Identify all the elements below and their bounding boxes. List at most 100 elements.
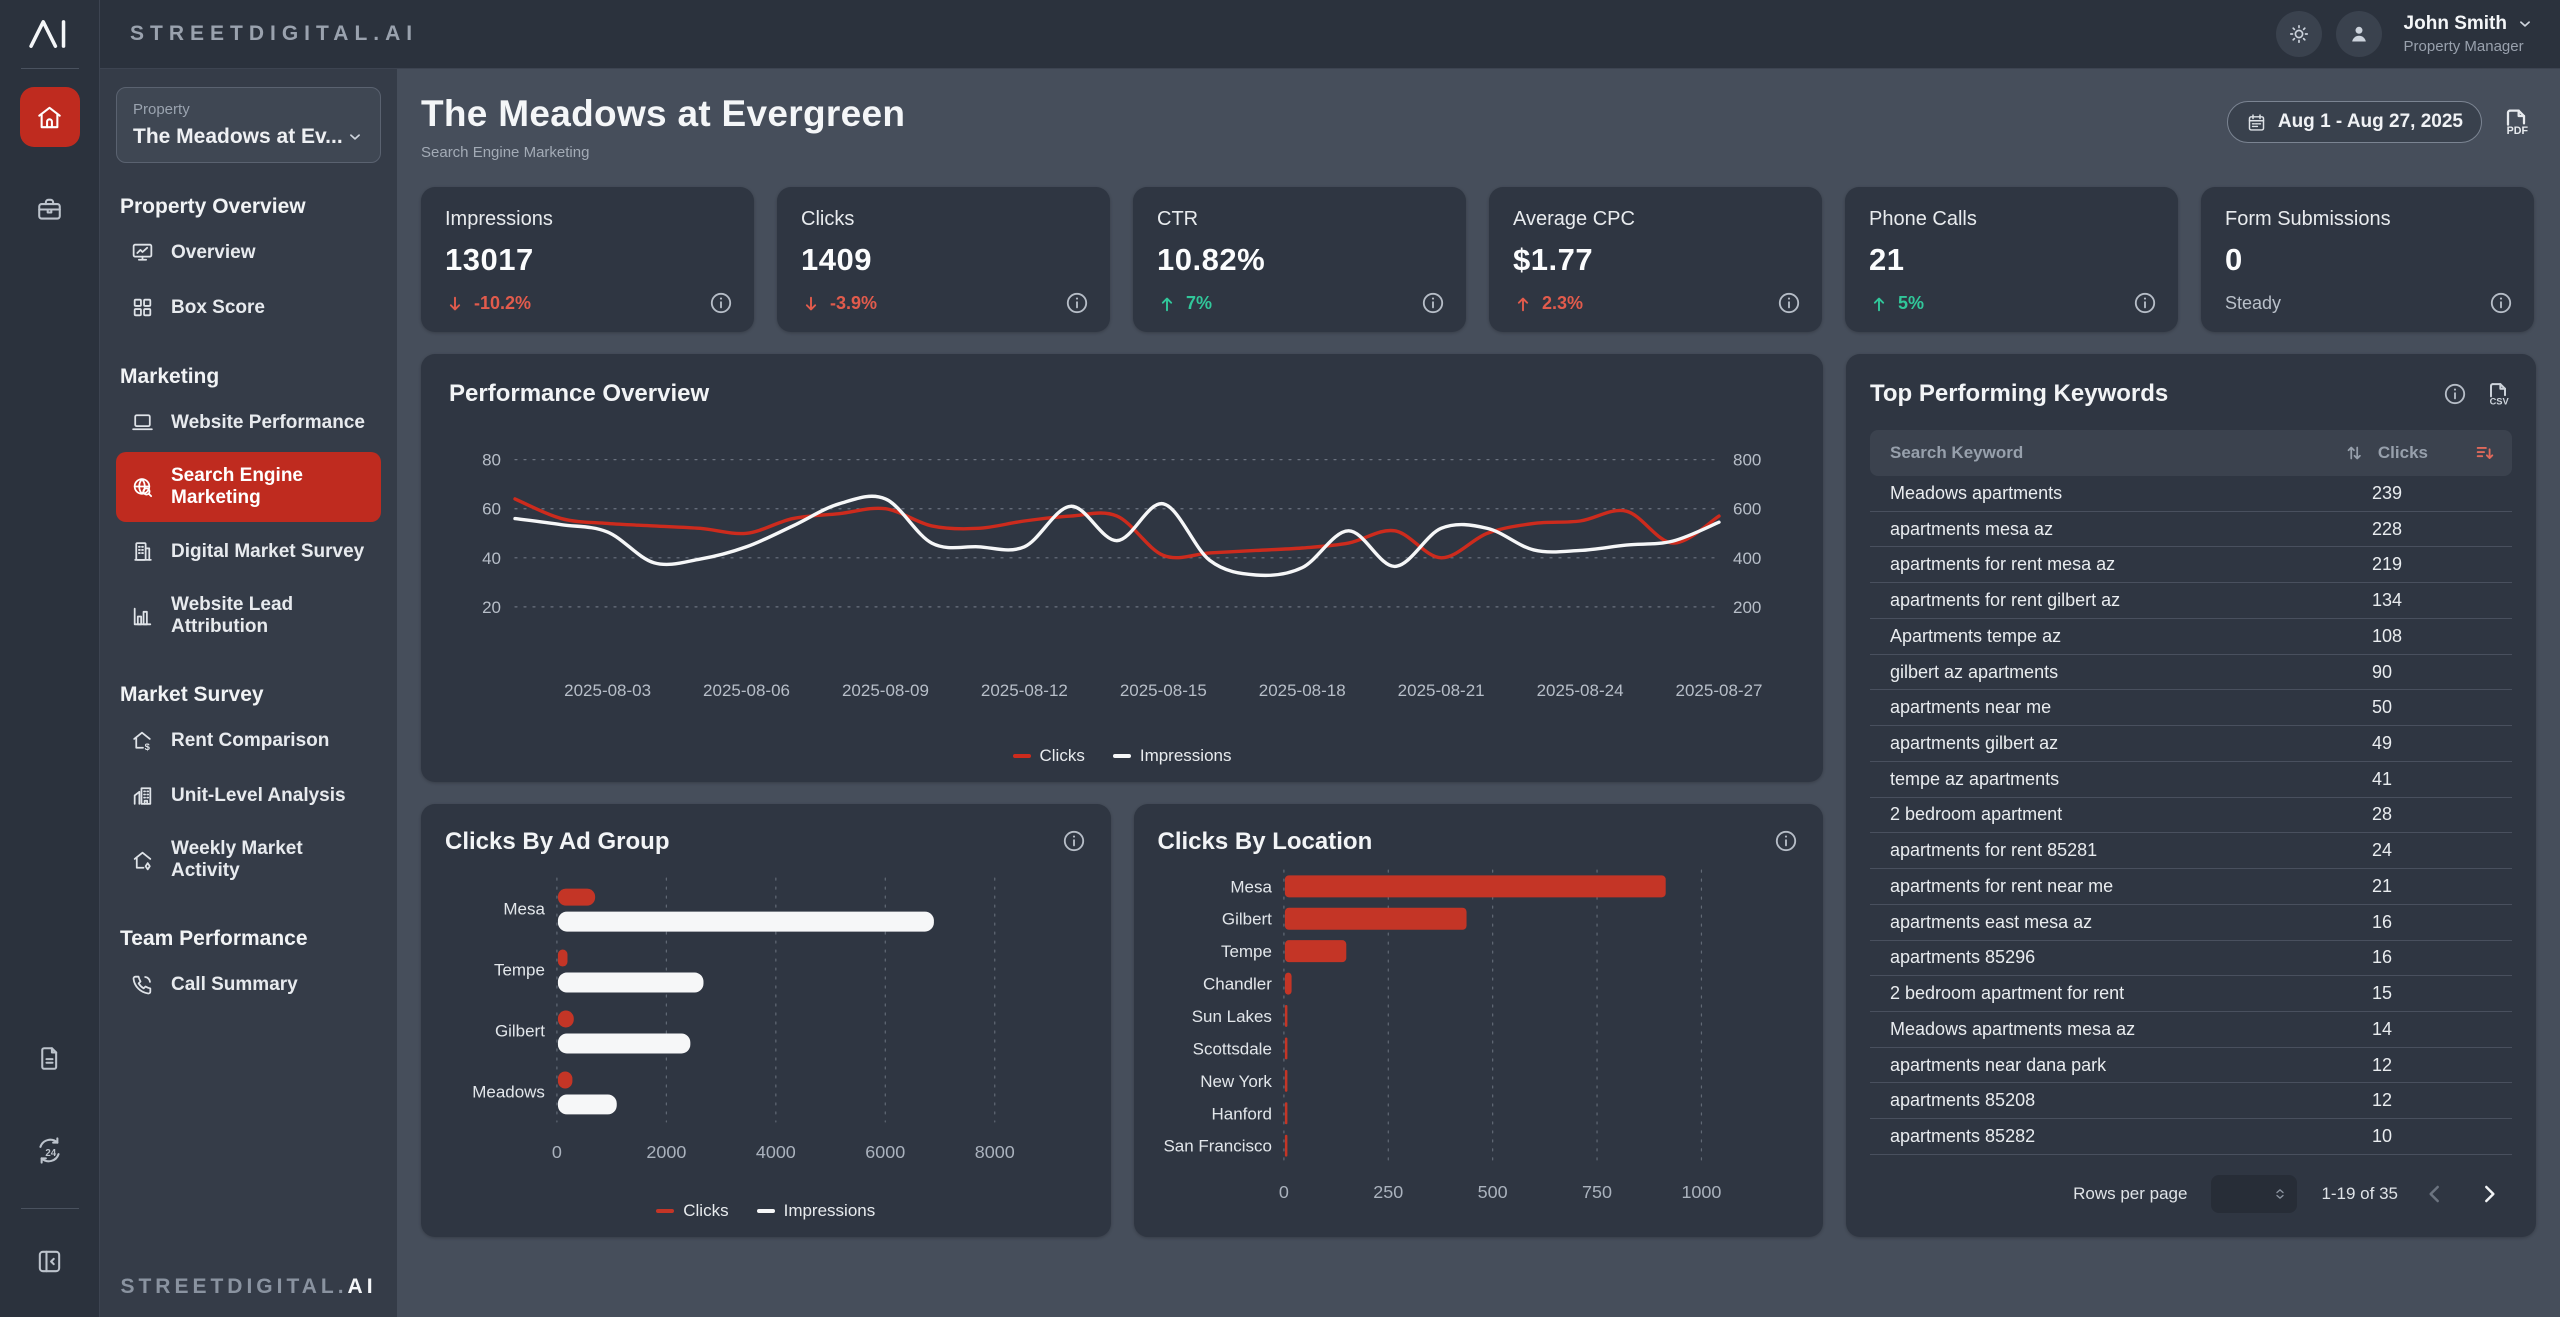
brand-logo: STREETDIGITAL.AI xyxy=(130,22,418,46)
rows-per-page-select[interactable] xyxy=(2211,1175,2297,1213)
keyword-row: apartments for rent near me21 xyxy=(1870,869,2512,905)
sidebar-item-label: Website Lead Attribution xyxy=(171,594,367,638)
column-search-keyword[interactable]: Search Keyword xyxy=(1890,443,2023,463)
avatar-button[interactable] xyxy=(2336,11,2382,57)
keyword-text: 2 bedroom apartment xyxy=(1890,804,2372,825)
kpi-info-button[interactable] xyxy=(1776,290,1802,316)
select-updown-icon xyxy=(2272,1186,2288,1202)
sidebar-item-weekly-market-activity[interactable]: Weekly Market Activity xyxy=(116,825,381,895)
keyword-clicks: 134 xyxy=(2372,590,2496,611)
sidebar-item-label: Call Summary xyxy=(171,974,298,996)
kpi-label: Phone Calls xyxy=(1869,208,2154,231)
kpi-info-button[interactable] xyxy=(2132,290,2158,316)
keyword-clicks: 228 xyxy=(2372,519,2496,540)
sidebar-item-box-score[interactable]: Box Score xyxy=(116,282,381,333)
kpi-info-button[interactable] xyxy=(708,290,734,316)
date-range-picker[interactable]: Aug 1 - Aug 27, 2025 xyxy=(2227,101,2482,143)
keyword-text: Meadows apartments mesa az xyxy=(1890,1019,2372,1040)
sort-descending-icon[interactable] xyxy=(2474,442,2496,464)
rail-reports-button[interactable] xyxy=(20,1028,80,1088)
keyword-clicks: 108 xyxy=(2372,626,2496,647)
pdf-icon: PDF xyxy=(2500,106,2534,138)
kpi-info-button[interactable] xyxy=(2488,290,2514,316)
kpi-info-button[interactable] xyxy=(1420,290,1446,316)
kpi-delta-value: 2.3% xyxy=(1542,293,1583,314)
kpi-delta: 5% xyxy=(1869,293,2154,314)
sidebar-item-unit-level-analysis[interactable]: Unit-Level Analysis xyxy=(116,770,381,821)
svg-text:Hanford: Hanford xyxy=(1211,1104,1271,1123)
sidebar-item-label: Search Engine Marketing xyxy=(171,465,367,509)
rows-per-page-label: Rows per page xyxy=(2073,1184,2187,1204)
sort-updown-icon[interactable] xyxy=(2343,442,2365,464)
keyword-text: Meadows apartments xyxy=(1890,483,2372,504)
keywords-table-body: Meadows apartments239apartments mesa az2… xyxy=(1870,476,2512,1155)
keyword-row: apartments 8520812 xyxy=(1870,1083,2512,1119)
clicks-by-location-title: Clicks By Location xyxy=(1158,828,1373,856)
keyword-clicks: 41 xyxy=(2372,769,2496,790)
kpi-info-button[interactable] xyxy=(1064,290,1090,316)
keyword-text: apartments for rent near me xyxy=(1890,876,2372,897)
keyword-row: apartments for rent gilbert az134 xyxy=(1870,583,2512,619)
location-info-button[interactable] xyxy=(1773,828,1799,854)
keyword-text: apartments for rent gilbert az xyxy=(1890,590,2372,611)
rail-refresh-24-button[interactable]: 24 xyxy=(20,1120,80,1180)
column-clicks[interactable]: Clicks xyxy=(2378,443,2428,463)
svg-text:2025-08-03: 2025-08-03 xyxy=(564,681,651,700)
kpi-delta: 7% xyxy=(1157,293,1442,314)
sidebar-item-digital-market-survey[interactable]: Digital Market Survey xyxy=(116,526,381,577)
kpi-value: 13017 xyxy=(445,242,730,278)
arrow-up-icon xyxy=(1157,294,1177,314)
keywords-info-button[interactable] xyxy=(2442,381,2468,407)
sidebar-item-website-lead-attribution[interactable]: Website Lead Attribution xyxy=(116,581,381,651)
theme-toggle-button[interactable] xyxy=(2276,11,2322,57)
previous-page-button[interactable] xyxy=(2422,1179,2452,1209)
kpi-value: 1409 xyxy=(801,242,1086,278)
kpi-value: 21 xyxy=(1869,242,2154,278)
sidebar-item-call-summary[interactable]: Call Summary xyxy=(116,959,381,1010)
kpi-label: Form Submissions xyxy=(2225,208,2510,231)
sidebar-item-search-engine-marketing[interactable]: Search Engine Marketing xyxy=(116,452,381,522)
svg-text:2025-08-27: 2025-08-27 xyxy=(1676,681,1763,700)
content: The Meadows at Evergreen Search Engine M… xyxy=(397,69,2560,1317)
svg-text:Tempe: Tempe xyxy=(1220,942,1271,961)
keyword-row: gilbert az apartments90 xyxy=(1870,655,2512,691)
svg-text:4000: 4000 xyxy=(756,1142,796,1162)
footer-logo: STREETDIGITAL.AI xyxy=(100,1275,397,1299)
legend-impressions: Impressions xyxy=(757,1201,876,1221)
rail-portfolio-button[interactable] xyxy=(20,179,80,239)
svg-text:750: 750 xyxy=(1582,1182,1612,1202)
keyword-clicks: 49 xyxy=(2372,733,2496,754)
keyword-clicks: 16 xyxy=(2372,947,2496,968)
svg-text:6000: 6000 xyxy=(865,1142,905,1162)
digital-market-survey-icon xyxy=(130,539,155,564)
sidebar-item-overview[interactable]: Overview xyxy=(116,227,381,278)
keyword-clicks: 16 xyxy=(2372,912,2496,933)
svg-text:0: 0 xyxy=(552,1142,562,1162)
keyword-text: apartments mesa az xyxy=(1890,519,2372,540)
svg-text:2025-08-06: 2025-08-06 xyxy=(703,681,790,700)
arrow-up-icon xyxy=(1869,294,1889,314)
svg-text:1000: 1000 xyxy=(1681,1182,1721,1202)
svg-text:60: 60 xyxy=(482,500,501,519)
info-icon xyxy=(1773,828,1799,854)
user-menu[interactable]: John Smith Property Manager xyxy=(2404,13,2534,55)
website-lead-attribution-icon xyxy=(130,604,155,629)
next-page-button[interactable] xyxy=(2476,1179,2506,1209)
rail-home-button[interactable] xyxy=(20,87,80,147)
keyword-row: 2 bedroom apartment28 xyxy=(1870,798,2512,834)
ad-group-info-button[interactable] xyxy=(1061,828,1087,854)
top-keywords-title: Top Performing Keywords xyxy=(1870,380,2168,408)
keyword-clicks: 50 xyxy=(2372,697,2496,718)
keyword-row: Meadows apartments mesa az14 xyxy=(1870,1012,2512,1048)
kpi-delta-value: 5% xyxy=(1898,293,1924,314)
property-selector[interactable]: Property The Meadows at Ev... xyxy=(116,87,381,163)
keyword-text: apartments near dana park xyxy=(1890,1055,2372,1076)
export-pdf-button[interactable]: PDF xyxy=(2500,105,2534,139)
sidebar-item-rent-comparison[interactable]: $Rent Comparison xyxy=(116,715,381,766)
rail-collapse-button[interactable] xyxy=(20,1231,80,1291)
kpi-label: Impressions xyxy=(445,208,730,231)
export-csv-button[interactable]: CSV xyxy=(2484,380,2512,408)
keyword-text: Apartments tempe az xyxy=(1890,626,2372,647)
sidebar-item-label: Weekly Market Activity xyxy=(171,838,367,882)
sidebar-item-website-performance[interactable]: Website Performance xyxy=(116,397,381,448)
